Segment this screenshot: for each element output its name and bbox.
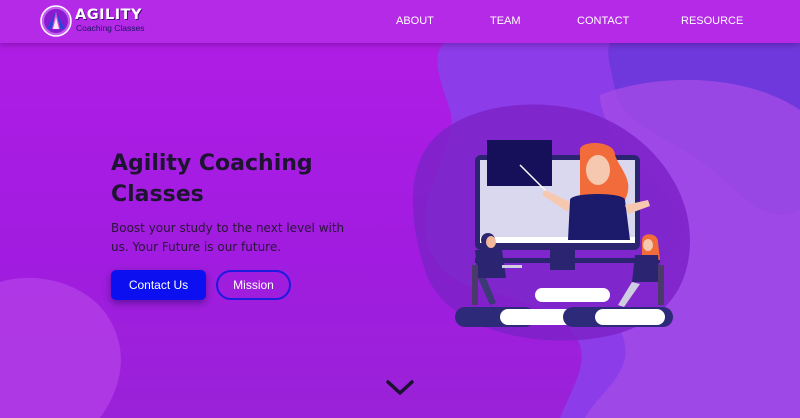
chevron-down-icon[interactable] (385, 377, 415, 399)
brand-tagline: Coaching Classes (76, 23, 145, 33)
top-navbar: AGILITY Coaching Classes ABOUT TEAM CONT… (0, 0, 800, 43)
landing-page: AGILITY Coaching Classes ABOUT TEAM CONT… (0, 0, 800, 418)
hero-subtitle: Boost your study to the next level with … (111, 221, 345, 254)
brand-name[interactable]: AGILITY (75, 7, 142, 23)
triangle-logo-icon[interactable] (40, 5, 72, 37)
hero-title: Agility Coaching Classes (111, 151, 313, 207)
online-class-illustration (455, 140, 673, 327)
mission-button[interactable]: Mission (216, 270, 291, 300)
nav-about-link[interactable]: ABOUT (396, 15, 434, 27)
contact-us-button[interactable]: Contact Us (111, 270, 206, 300)
nav-team-link[interactable]: TEAM (490, 15, 521, 27)
nav-resource-link[interactable]: RESOURCE (681, 15, 743, 27)
nav-contact-link[interactable]: CONTACT (577, 15, 629, 27)
